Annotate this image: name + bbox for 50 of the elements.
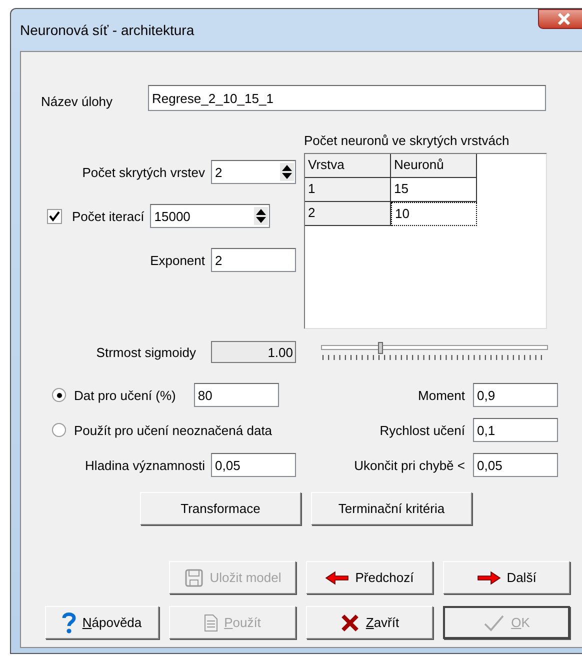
table-title: Počet neuronů ve skrytých vrstvách <box>304 133 510 150</box>
sigmoid-slider[interactable] <box>321 341 548 363</box>
cross-icon <box>340 612 360 632</box>
learning-rate-label: Rychlost učení <box>380 422 465 438</box>
iterations-checkbox[interactable] <box>47 208 62 224</box>
task-name-label: Název úlohy <box>41 92 114 108</box>
table-cell[interactable]: 10 <box>391 202 477 226</box>
sigmoid-value: 1.00 <box>211 341 296 363</box>
moment-field[interactable]: 0,9 <box>473 383 558 407</box>
stop-error-label: Ukončit pri chybě < <box>354 458 465 472</box>
stop-error-field[interactable]: 0,05 <box>473 453 558 477</box>
slider-thumb[interactable] <box>378 342 384 354</box>
learning-rate-field[interactable]: 0,1 <box>473 418 558 442</box>
document-icon <box>204 614 218 632</box>
help-icon <box>62 612 76 634</box>
close-icon <box>557 13 571 25</box>
significance-field[interactable]: 0,05 <box>211 453 296 477</box>
hidden-layers-label: Počet skrytých vrstev <box>82 164 205 180</box>
column-header: Neuronů <box>391 154 477 178</box>
moment-label: Moment <box>418 388 465 402</box>
train-percent-field[interactable]: 80 <box>194 383 279 407</box>
radio-button[interactable] <box>52 423 66 437</box>
iterations-spinner[interactable]: 15000 <box>150 204 270 228</box>
iterations-label: Počet iterací <box>72 208 144 224</box>
table-cell[interactable]: 15 <box>391 178 477 202</box>
train-data-label: Dat pro učení (%) <box>74 388 176 402</box>
dialog-button[interactable]: Nápověda <box>45 606 159 639</box>
spin-arrows-icon <box>254 207 268 225</box>
action-button[interactable]: Transformace <box>140 492 301 525</box>
spin-arrows-icon <box>280 163 294 181</box>
dialog-button[interactable]: Zavřít <box>306 606 433 639</box>
right-arrow-icon <box>476 570 501 584</box>
significance-label: Hladina významnosti <box>85 458 205 472</box>
hidden-layers-spinner[interactable]: 2 <box>211 160 296 184</box>
row-header: 1 <box>305 178 391 202</box>
row-header: 2 <box>305 202 391 226</box>
radio-button[interactable] <box>52 388 66 402</box>
dialog-button[interactable]: Další <box>443 561 570 594</box>
column-header: Vrstva <box>305 154 391 178</box>
exponent-label: Exponent <box>150 252 205 268</box>
sigmoid-label: Strmost sigmoidy <box>95 344 196 360</box>
unlabeled-data-label: Použít pro učení neoznačená data <box>74 422 272 438</box>
checkmark-icon <box>483 614 506 632</box>
action-button[interactable]: Terminační kritéria <box>311 492 472 525</box>
task-name-field[interactable]: Regrese_2_10_15_1 <box>148 85 546 111</box>
close-button[interactable] <box>538 9 582 29</box>
exponent-field[interactable]: 2 <box>211 248 296 272</box>
window-title: Neuronová síť - architektura <box>20 22 194 38</box>
left-arrow-icon <box>325 570 350 584</box>
dialog-button[interactable]: Předchozí <box>306 561 433 594</box>
